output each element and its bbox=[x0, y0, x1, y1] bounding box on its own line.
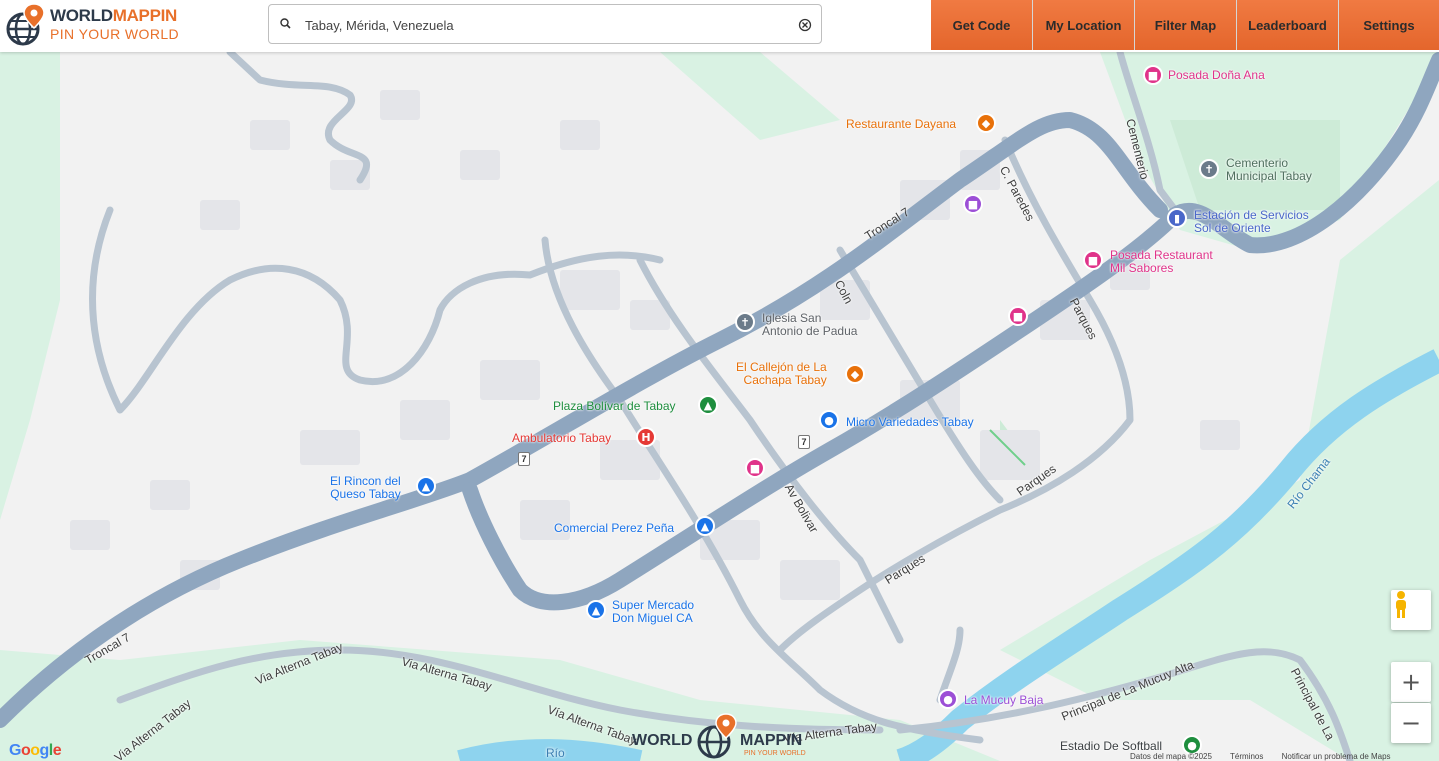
hotel-icon[interactable]: ■ bbox=[745, 458, 765, 478]
place-posada-restaurant-mil-sabores[interactable]: Posada Restaurant Mil Sabores bbox=[1110, 249, 1213, 275]
get-code-button[interactable]: Get Code bbox=[931, 0, 1033, 50]
place-iglesia-san-antonio[interactable]: Iglesia San Antonio de Padua bbox=[762, 312, 857, 338]
hotel-icon[interactable]: ■ bbox=[963, 194, 983, 214]
pegman-icon bbox=[1396, 591, 1406, 618]
place-estacion-de-servicios[interactable]: Estación de Servicios Sol de Oriente bbox=[1194, 209, 1309, 235]
hotel-icon[interactable]: ■ bbox=[1143, 65, 1163, 85]
hotel-icon[interactable]: ■ bbox=[1083, 250, 1103, 270]
route-7-shield: 7 bbox=[518, 452, 530, 466]
place-posada-dona-ana[interactable]: Posada Doña Ana bbox=[1168, 69, 1265, 82]
report-problem-link[interactable]: Notificar un problema de Maps bbox=[1282, 752, 1391, 761]
place-super-mercado-don-miguel[interactable]: Super Mercado Don Miguel CA bbox=[612, 599, 694, 625]
map-base-layer bbox=[0, 52, 1439, 761]
filter-map-button[interactable]: Filter Map bbox=[1135, 0, 1237, 50]
map-data-credit: Datos del mapa ©2025 bbox=[1130, 752, 1212, 761]
pegman-street-view-button[interactable] bbox=[1391, 590, 1431, 630]
map-attribution: Datos del mapa ©2025 Términos Notificar … bbox=[1130, 752, 1407, 761]
route-7-shield: 7 bbox=[798, 435, 810, 449]
hotel-icon[interactable]: ■ bbox=[1008, 306, 1028, 326]
zoom-in-button[interactable]: + bbox=[1391, 662, 1431, 702]
settings-button[interactable]: Settings bbox=[1339, 0, 1439, 50]
shopping-cart-icon[interactable]: ▲ bbox=[695, 516, 715, 536]
shopping-cart-icon[interactable]: ▲ bbox=[416, 476, 436, 496]
gas-station-icon[interactable]: ▮ bbox=[1167, 208, 1187, 228]
zoom-out-button[interactable]: − bbox=[1391, 703, 1431, 743]
place-la-mucuy-baja[interactable]: La Mucuy Baja bbox=[964, 694, 1043, 707]
logo-text-mappin: MAPPIN bbox=[112, 6, 178, 25]
place-ambulatorio-tabay[interactable]: Ambulatorio Tabay bbox=[512, 432, 611, 445]
globe-pin-icon bbox=[697, 713, 737, 759]
shopping-icon[interactable]: ● bbox=[819, 410, 839, 430]
terms-link[interactable]: Términos bbox=[1230, 752, 1263, 761]
camera-icon[interactable]: ● bbox=[938, 689, 958, 709]
worldmappin-logo[interactable]: WORLDMAPPIN PIN YOUR WORLD bbox=[4, 2, 194, 48]
restaurant-icon[interactable]: ◆ bbox=[845, 364, 865, 384]
river-label-rio: Río bbox=[546, 746, 565, 760]
place-plaza-bolivar[interactable]: Plaza Bolívar de Tabay bbox=[553, 400, 676, 413]
google-logo[interactable]: Google bbox=[9, 742, 62, 760]
place-micro-variedades-tabay[interactable]: Micro Variedades Tabay bbox=[846, 416, 974, 429]
hospital-icon[interactable]: H bbox=[636, 427, 656, 447]
cemetery-icon[interactable]: ✝ bbox=[1199, 159, 1219, 179]
park-icon[interactable]: ▲ bbox=[698, 395, 718, 415]
top-bar: WORLDMAPPIN PIN YOUR WORLD Get Code My L… bbox=[0, 0, 1439, 52]
search-box bbox=[268, 4, 822, 44]
shopping-cart-icon[interactable]: ▲ bbox=[586, 600, 606, 620]
my-location-button[interactable]: My Location bbox=[1033, 0, 1135, 50]
place-comercial-perez-pena[interactable]: Comercial Perez Peña bbox=[554, 522, 674, 535]
search-icon bbox=[280, 18, 291, 29]
globe-pin-icon bbox=[6, 3, 45, 46]
place-cementerio-municipal-tabay[interactable]: Cementerio Municipal Tabay bbox=[1226, 157, 1312, 183]
place-restaurante-dayana[interactable]: Restaurante Dayana bbox=[846, 118, 956, 131]
logo-text-world: WORLD bbox=[50, 6, 113, 25]
worldmappin-watermark: WORLD MAPPIN PIN YOUR WORLD bbox=[632, 712, 812, 760]
place-el-rincon-del-queso[interactable]: El Rincon del Queso Tabay bbox=[330, 475, 401, 501]
clear-search-icon[interactable] bbox=[797, 17, 813, 33]
restaurant-icon[interactable]: ◆ bbox=[976, 113, 996, 133]
search-input[interactable] bbox=[303, 13, 777, 37]
church-icon[interactable]: ✝ bbox=[735, 312, 755, 332]
logo-tagline: PIN YOUR WORLD bbox=[50, 26, 180, 42]
leaderboard-button[interactable]: Leaderboard bbox=[1237, 0, 1339, 50]
place-el-callejon-de-la-cachapa[interactable]: El Callejón de La Cachapa Tabay bbox=[736, 361, 827, 387]
map-canvas[interactable]: 7 7 Troncal 7 Troncal 7 Cementerio C. Pa… bbox=[0, 52, 1439, 761]
